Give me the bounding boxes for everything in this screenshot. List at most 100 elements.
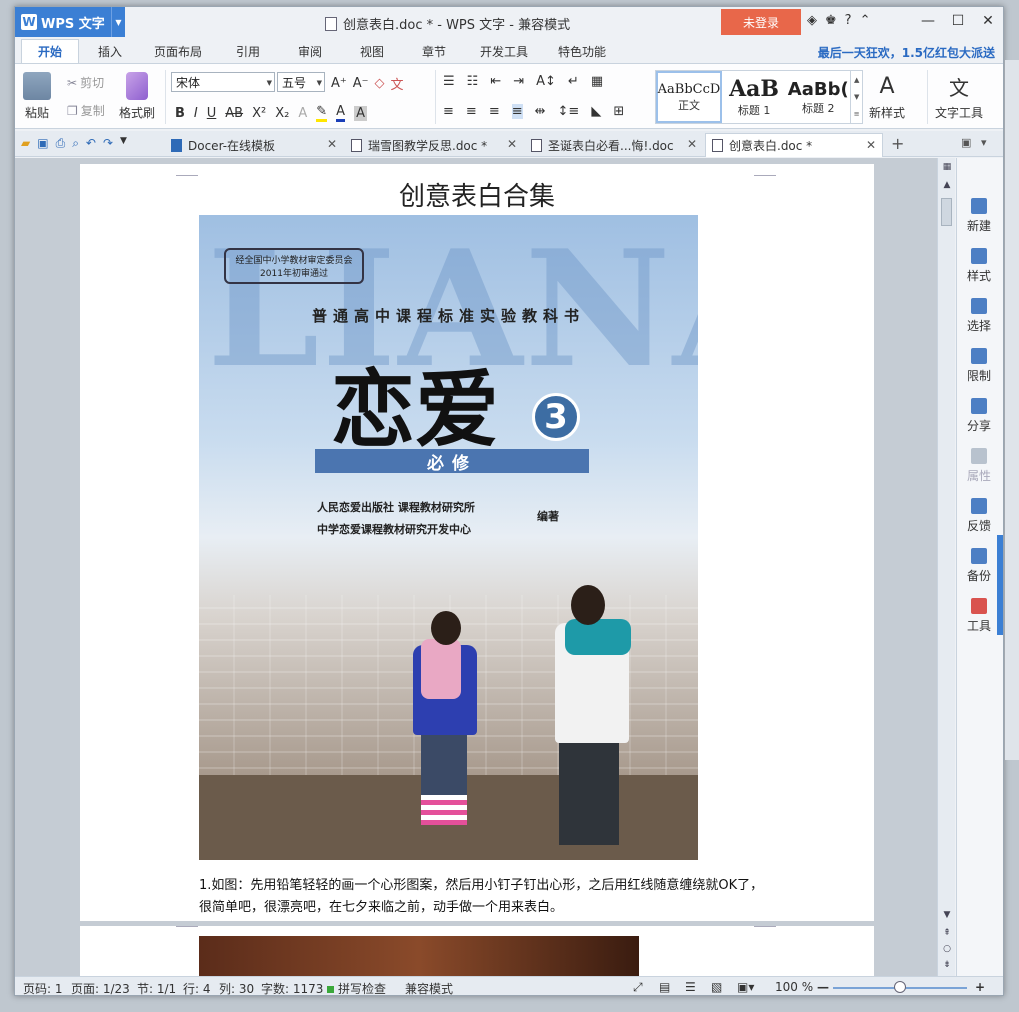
chevron-down-icon[interactable]: ▼ — [854, 93, 859, 101]
subscript-icon[interactable]: X₂ — [275, 106, 289, 121]
clear-format-icon[interactable]: ◇ — [375, 76, 385, 91]
fullscreen-icon[interactable]: ⤢ — [633, 980, 643, 995]
distribute-icon[interactable]: ⇹ — [535, 104, 546, 119]
paste-button[interactable]: 粘贴 — [23, 72, 51, 121]
spell-check-toggle[interactable]: 拼写检查 — [327, 980, 386, 995]
zoom-level[interactable]: 100 % — [775, 980, 813, 994]
tab-review[interactable]: 审阅 — [285, 39, 335, 63]
scroll-down-icon[interactable]: ▼ — [938, 910, 956, 920]
doc-tab-chuangyi[interactable]: 创意表白.doc * ✕ — [705, 133, 883, 157]
app-menu-button[interactable]: W WPS 文字 ▼ — [15, 7, 125, 37]
save-icon[interactable]: ▣ — [37, 136, 48, 151]
split-icon[interactable]: ▦ — [938, 162, 956, 172]
prev-page-icon[interactable]: ⇞ — [938, 928, 956, 938]
show-marks-icon[interactable]: ↵ — [568, 74, 579, 89]
justify-icon[interactable]: ≡ — [511, 104, 523, 119]
tab-options-icon[interactable]: ▾ — [981, 136, 987, 149]
redo-icon[interactable]: ↷ — [103, 136, 113, 151]
zoom-out-icon[interactable]: — — [817, 980, 829, 994]
decrease-indent-icon[interactable]: ⇤ — [490, 74, 501, 89]
reading-mode-icon[interactable]: ▣▾ — [737, 980, 754, 994]
doc-tab-christmas[interactable]: 圣诞表白必看...悔!.doc ✕ — [525, 133, 703, 157]
superscript-icon[interactable]: X² — [252, 106, 266, 121]
chevron-down-icon[interactable]: ▼ — [120, 136, 127, 151]
text-effect-icon[interactable]: A — [298, 106, 307, 121]
tab-developer[interactable]: 开发工具 — [471, 39, 537, 63]
phonetic-icon[interactable]: 文 — [391, 74, 404, 93]
next-page-icon[interactable]: ⇟ — [938, 960, 956, 970]
table-icon[interactable]: ▦ — [591, 74, 603, 89]
scroll-up-icon[interactable]: ▲ — [938, 180, 956, 190]
numbered-list-icon[interactable]: ☷ — [467, 74, 479, 89]
tab-view[interactable]: 视图 — [347, 39, 397, 63]
task-new[interactable]: 新建 — [957, 198, 1001, 234]
strikethrough-icon[interactable]: AB — [225, 106, 243, 121]
new-tab-icon[interactable]: + — [891, 134, 904, 153]
bold-icon[interactable]: B — [175, 106, 185, 121]
borders-icon[interactable]: ⊞ — [613, 104, 624, 119]
minimize-icon[interactable]: — — [913, 7, 943, 35]
maximize-icon[interactable]: ☐ — [943, 7, 973, 35]
close-icon[interactable]: ✕ — [687, 137, 697, 151]
shading-icon[interactable]: ◣ — [591, 104, 601, 119]
format-painter-button[interactable]: 格式刷 — [119, 72, 155, 121]
tab-references[interactable]: 引用 — [223, 39, 273, 63]
tab-section[interactable]: 章节 — [409, 39, 459, 63]
font-color-icon[interactable]: A — [336, 104, 346, 122]
document-page[interactable]: 创意表白合集 LIANAI 经全国中小学教材审定委员会 2011年初审通过 普通… — [80, 164, 874, 921]
close-icon[interactable]: ✕ — [866, 138, 876, 152]
cut-button[interactable]: ✂ 剪切 — [67, 74, 104, 91]
zoom-in-icon[interactable]: + — [975, 980, 985, 994]
grow-font-icon[interactable]: A⁺ — [331, 76, 347, 91]
shirt-icon[interactable]: ♚ — [825, 13, 837, 28]
underline-icon[interactable]: U — [207, 106, 217, 121]
sort-icon[interactable]: A↕ — [536, 74, 556, 89]
font-size-select[interactable]: 五号 ▼ — [277, 72, 325, 92]
task-properties[interactable]: 属性 — [957, 448, 1001, 484]
copy-button[interactable]: ❐ 复制 — [67, 102, 105, 119]
cover-image[interactable]: LIANAI 经全国中小学教材审定委员会 2011年初审通过 普通高中课程标准实… — [199, 215, 698, 860]
bullet-list-icon[interactable]: ☰ — [443, 74, 455, 89]
skin-icon[interactable]: ◈ — [807, 13, 817, 28]
paragraph-1[interactable]: 1.如图：先用铅笔轻轻的画一个心形图案，然后用小钉子钉出心形，之后用红线随意缠绕… — [199, 875, 769, 919]
select-browse-icon[interactable]: ○ — [938, 944, 956, 954]
page-view-icon[interactable]: ▤ — [659, 980, 670, 994]
document-canvas[interactable]: 创意表白合集 LIANAI 经全国中小学教材审定委员会 2011年初审通过 普通… — [15, 158, 937, 976]
doc-tab-ruixue[interactable]: 瑞雪图教学反思.doc * ✕ — [345, 133, 523, 157]
print-preview-icon[interactable]: ⌕ — [72, 136, 79, 151]
login-button[interactable]: 未登录 — [721, 9, 801, 35]
status-word-count[interactable]: 字数: 1173 — [261, 980, 323, 995]
task-select[interactable]: 选择 — [957, 298, 1001, 334]
open-icon[interactable]: ▰ — [21, 136, 30, 151]
tab-insert[interactable]: 插入 — [85, 39, 135, 63]
shrink-font-icon[interactable]: A⁻ — [353, 76, 369, 91]
tab-page-layout[interactable]: 页面布局 — [145, 39, 211, 63]
new-style-button[interactable]: A 新样式 — [869, 72, 905, 121]
print-icon[interactable]: ⎙ — [56, 136, 66, 151]
task-backup[interactable]: 备份 — [957, 548, 1001, 584]
style-normal[interactable]: AaBbCcD 正文 — [656, 71, 722, 123]
task-styles[interactable]: 样式 — [957, 248, 1001, 284]
collapse-ribbon-icon[interactable]: ⌃ — [860, 13, 871, 28]
style-heading-1[interactable]: AaB 标题 1 — [722, 71, 786, 123]
zoom-slider-knob[interactable] — [894, 981, 906, 993]
highlight-icon[interactable]: ✎ — [316, 104, 328, 122]
scroll-thumb[interactable] — [941, 198, 952, 226]
vertical-scrollbar[interactable]: ▦ ▲ ▼ ⇞ ○ ⇟ — [937, 158, 955, 976]
status-page-count[interactable]: 页面: 1/23 — [71, 980, 130, 995]
task-pane-handle[interactable] — [997, 535, 1003, 635]
style-heading-2[interactable]: AaBb( 标题 2 — [786, 71, 850, 123]
align-center-icon[interactable]: ≡ — [466, 104, 477, 119]
chevron-up-icon[interactable]: ▲ — [854, 76, 859, 84]
align-left-icon[interactable]: ≡ — [443, 104, 454, 119]
close-icon[interactable]: ✕ — [327, 137, 337, 151]
text-tools-button[interactable]: 文 文字工具 — [935, 72, 983, 121]
italic-icon[interactable]: I — [194, 106, 198, 121]
chevron-down-icon[interactable]: ▼ — [111, 7, 125, 37]
web-view-icon[interactable]: ▧ — [711, 980, 722, 994]
increase-indent-icon[interactable]: ⇥ — [513, 74, 524, 89]
task-tools[interactable]: 工具 — [957, 598, 1001, 634]
outline-view-icon[interactable]: ☰ — [685, 980, 696, 994]
thread-art-photo[interactable] — [199, 936, 639, 976]
doc-tab-docer[interactable]: Docer-在线模板 ✕ — [165, 133, 343, 157]
